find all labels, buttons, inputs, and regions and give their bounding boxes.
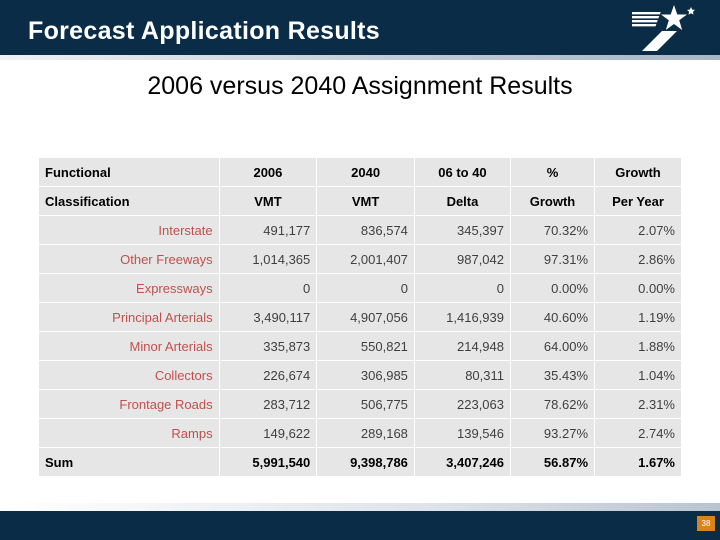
table-row: Expressways 0 0 0 0.00% 0.00%: [39, 274, 681, 302]
header-vmt-2006: VMT: [219, 187, 317, 215]
cell-delta: 223,063: [414, 390, 510, 418]
table-row: Collectors 226,674 306,985 80,311 35.43%…: [39, 361, 681, 389]
table-header-row-1: Functional 2006 2040 06 to 40 % Growth: [39, 158, 681, 186]
cell-delta: 80,311: [414, 361, 510, 389]
cell-vmt-2006: 1,014,365: [219, 245, 317, 273]
header-percent: %: [511, 158, 595, 186]
header-growth: Growth: [595, 158, 681, 186]
cell-vmt-2040: 2,001,407: [317, 245, 414, 273]
cell-vmt-2040: 289,168: [317, 419, 414, 447]
header-classification: Classification: [39, 187, 219, 215]
header-delta: Delta: [414, 187, 510, 215]
slide-subtitle: 2006 versus 2040 Assignment Results: [147, 72, 573, 100]
header-growth-pct: Growth: [511, 187, 595, 215]
cell-vmt-2006: 149,622: [219, 419, 317, 447]
row-label: Ramps: [39, 419, 219, 447]
cell-per-year: 2.07%: [595, 216, 681, 244]
row-label: Minor Arterials: [39, 332, 219, 360]
cell-vmt-2006: 491,177: [219, 216, 317, 244]
cell-growth-pct: 0.00%: [511, 274, 595, 302]
row-label: Collectors: [39, 361, 219, 389]
row-label: Frontage Roads: [39, 390, 219, 418]
footer-divider: [0, 503, 720, 511]
slide-header-band: Forecast Application Results: [0, 0, 720, 55]
table-row: Minor Arterials 335,873 550,821 214,948 …: [39, 332, 681, 360]
table-header-row-2: Classification VMT VMT Delta Growth Per …: [39, 187, 681, 215]
table-row: Ramps 149,622 289,168 139,546 93.27% 2.7…: [39, 419, 681, 447]
page-title: Forecast Application Results: [28, 17, 380, 45]
cell-growth-pct: 70.32%: [511, 216, 595, 244]
cell-growth-pct: 78.62%: [511, 390, 595, 418]
row-label: Other Freeways: [39, 245, 219, 273]
cell-per-year: 1.04%: [595, 361, 681, 389]
assignment-results-table: Functional 2006 2040 06 to 40 % Growth C…: [38, 157, 682, 477]
cell-vmt-2040: 506,775: [317, 390, 414, 418]
page-number-badge: 38: [697, 516, 715, 531]
cell-per-year: 0.00%: [595, 274, 681, 302]
table-sum-row: Sum 5,991,540 9,398,786 3,407,246 56.87%…: [39, 448, 681, 476]
table-row: Other Freeways 1,014,365 2,001,407 987,0…: [39, 245, 681, 273]
row-label: Interstate: [39, 216, 219, 244]
cell-vmt-2006: 226,674: [219, 361, 317, 389]
cell-delta: 139,546: [414, 419, 510, 447]
header-divider: [0, 55, 720, 60]
cell-delta: 987,042: [414, 245, 510, 273]
cell-per-year: 1.19%: [595, 303, 681, 331]
cell-vmt-2040: 4,907,056: [317, 303, 414, 331]
cell-delta: 345,397: [414, 216, 510, 244]
cell-growth-pct: 93.27%: [511, 419, 595, 447]
header-per-year: Per Year: [595, 187, 681, 215]
txdot-star-t-logo-icon: [625, 3, 700, 53]
sum-cell-growth-pct: 56.87%: [511, 448, 595, 476]
header-functional: Functional: [39, 158, 219, 186]
cell-vmt-2040: 0: [317, 274, 414, 302]
cell-growth-pct: 64.00%: [511, 332, 595, 360]
sum-cell-vmt-2040: 9,398,786: [317, 448, 414, 476]
header-vmt-2040: VMT: [317, 187, 414, 215]
cell-delta: 214,948: [414, 332, 510, 360]
cell-delta: 1,416,939: [414, 303, 510, 331]
cell-vmt-2040: 836,574: [317, 216, 414, 244]
cell-vmt-2006: 0: [219, 274, 317, 302]
cell-per-year: 2.86%: [595, 245, 681, 273]
cell-vmt-2006: 335,873: [219, 332, 317, 360]
cell-per-year: 2.74%: [595, 419, 681, 447]
cell-per-year: 1.88%: [595, 332, 681, 360]
header-06-to-40: 06 to 40: [414, 158, 510, 186]
cell-vmt-2040: 550,821: [317, 332, 414, 360]
slide-footer-band: [0, 511, 720, 540]
header-2006: 2006: [219, 158, 317, 186]
row-label: Expressways: [39, 274, 219, 302]
cell-delta: 0: [414, 274, 510, 302]
sum-cell-per-year: 1.67%: [595, 448, 681, 476]
row-label: Principal Arterials: [39, 303, 219, 331]
sum-cell-vmt-2006: 5,991,540: [219, 448, 317, 476]
sum-label: Sum: [39, 448, 219, 476]
sum-cell-delta: 3,407,246: [414, 448, 510, 476]
cell-vmt-2006: 283,712: [219, 390, 317, 418]
table-row: Frontage Roads 283,712 506,775 223,063 7…: [39, 390, 681, 418]
cell-growth-pct: 97.31%: [511, 245, 595, 273]
cell-vmt-2040: 306,985: [317, 361, 414, 389]
header-2040: 2040: [317, 158, 414, 186]
table-row: Interstate 491,177 836,574 345,397 70.32…: [39, 216, 681, 244]
cell-growth-pct: 40.60%: [511, 303, 595, 331]
table-row: Principal Arterials 3,490,117 4,907,056 …: [39, 303, 681, 331]
cell-vmt-2006: 3,490,117: [219, 303, 317, 331]
cell-growth-pct: 35.43%: [511, 361, 595, 389]
cell-per-year: 2.31%: [595, 390, 681, 418]
